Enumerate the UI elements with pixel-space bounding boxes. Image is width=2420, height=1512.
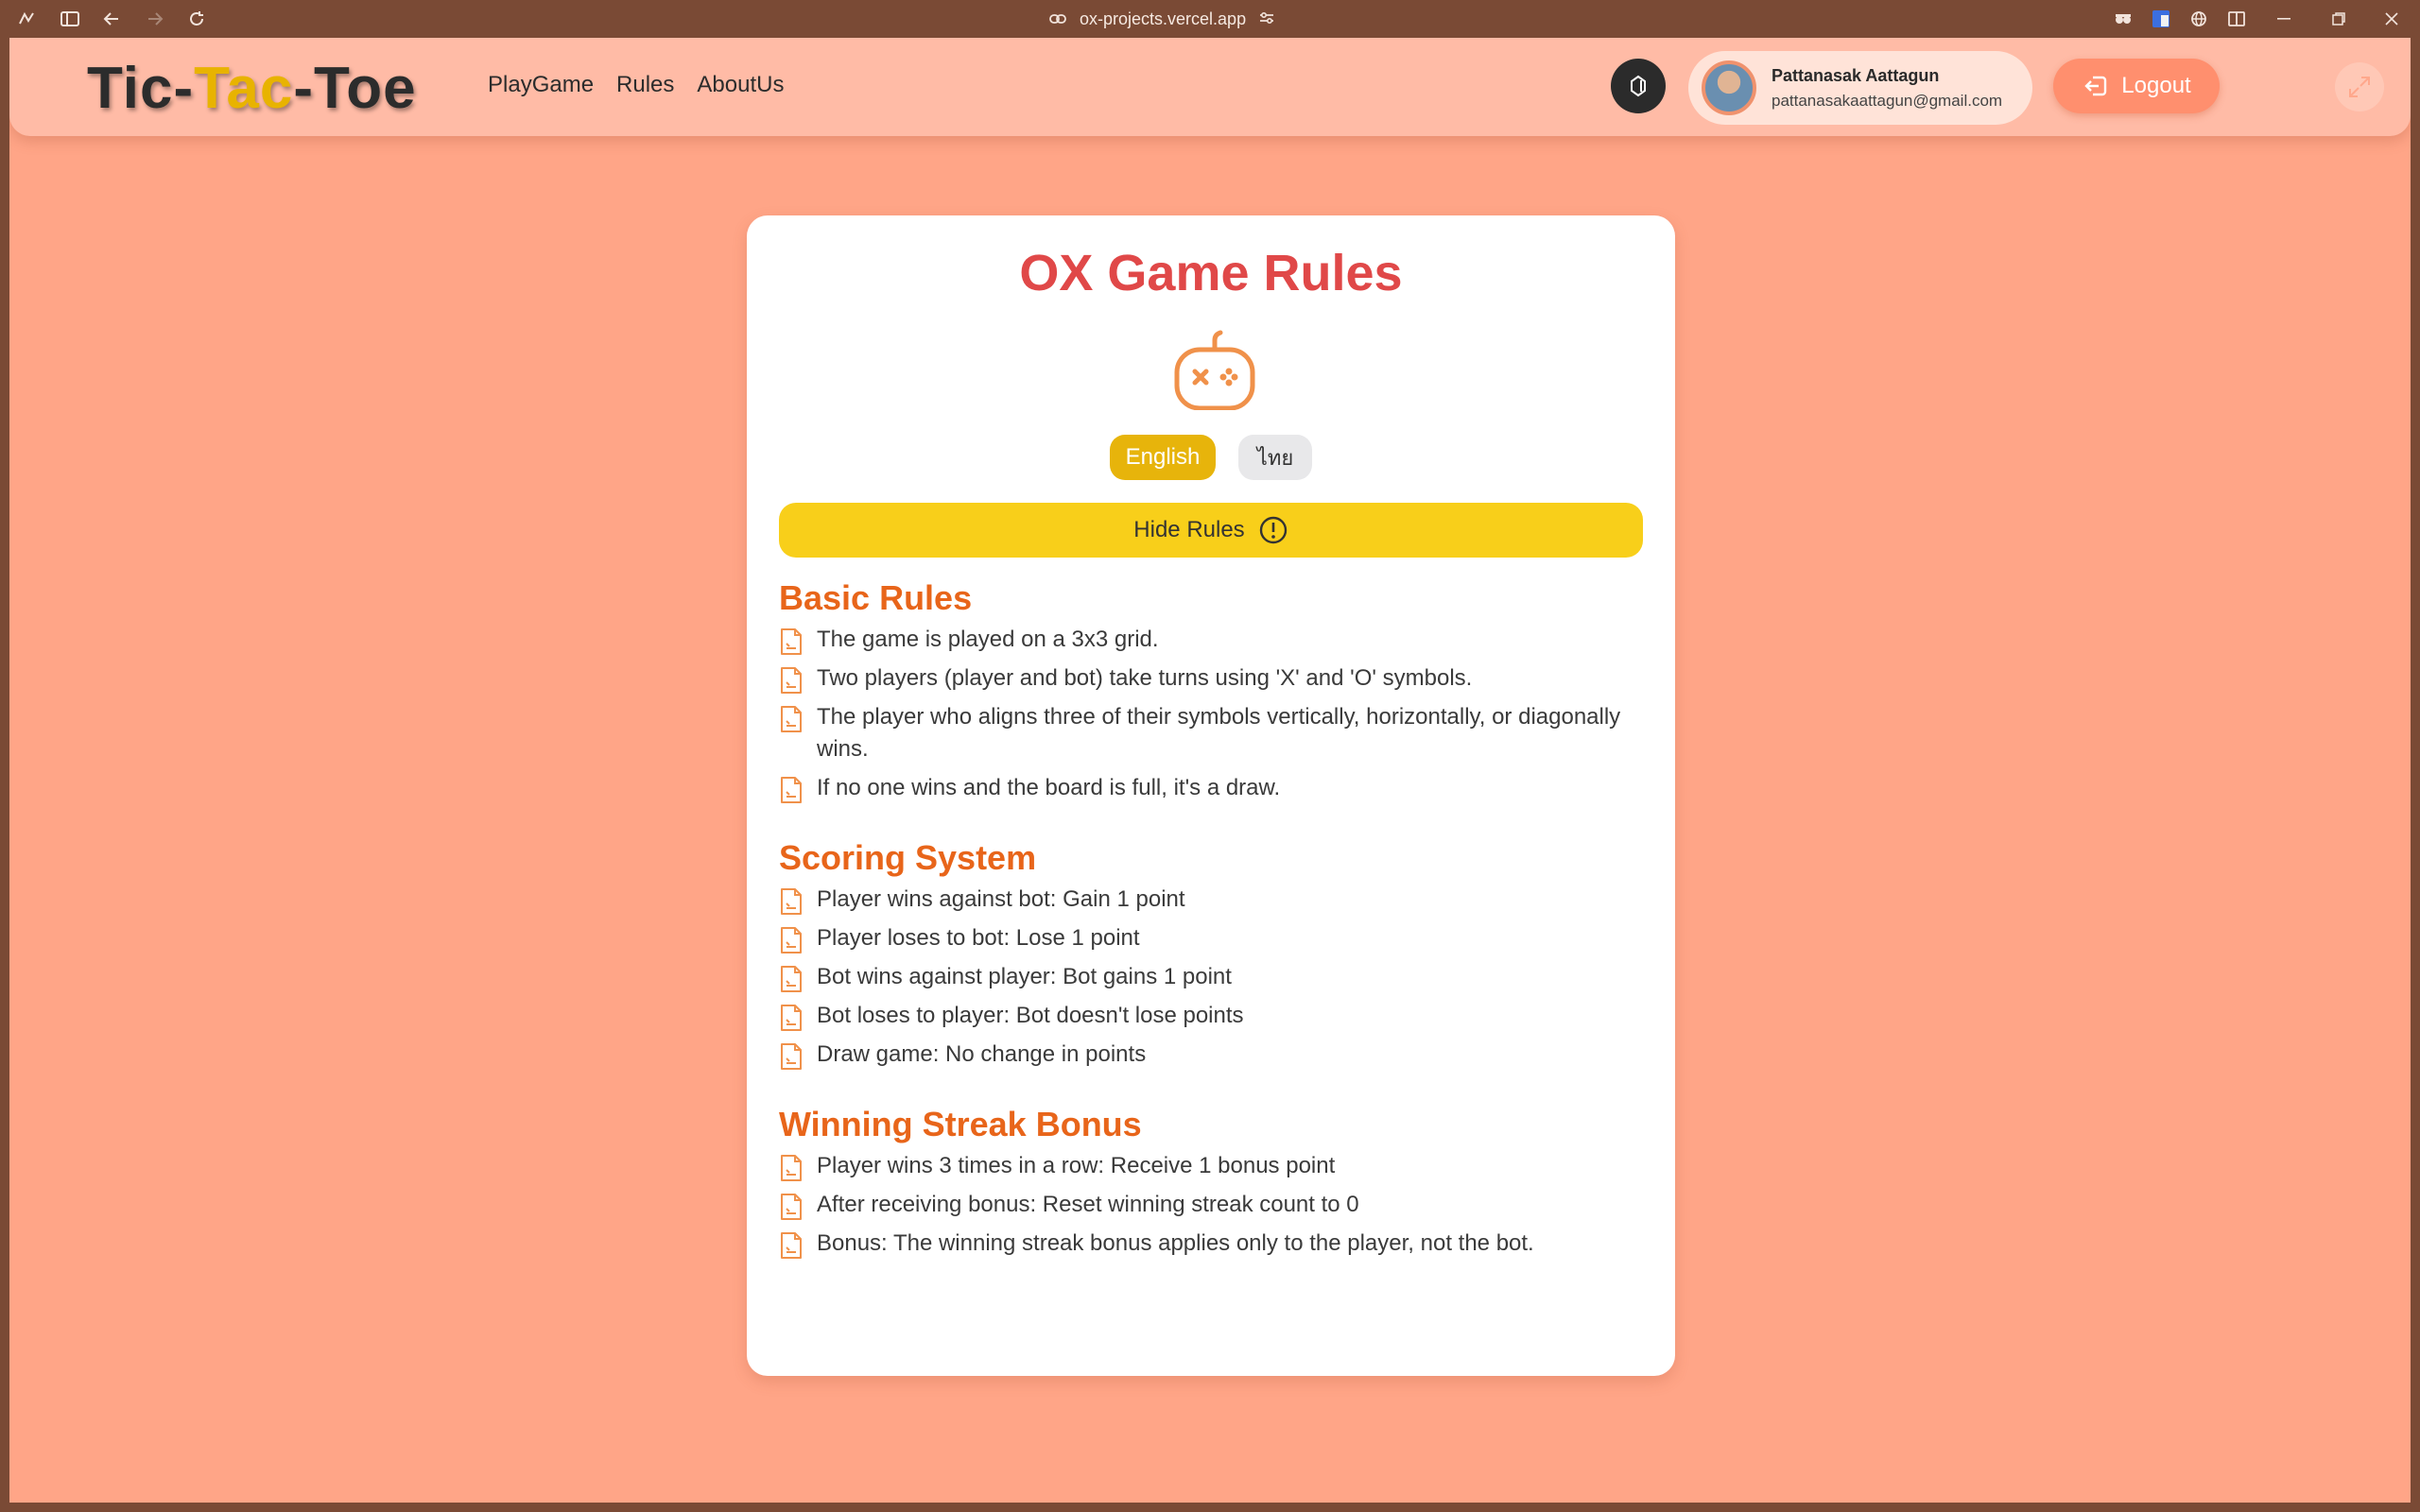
logout-button[interactable]: Logout	[2053, 59, 2220, 113]
rules-sections: Basic Rules The game is played on a 3x3 …	[779, 578, 1643, 1294]
rule-text: Bot wins against player: Bot gains 1 poi…	[817, 964, 1232, 989]
rule-text: After receiving bonus: Reset winning str…	[817, 1192, 1359, 1217]
document-icon	[781, 888, 802, 915]
user-email: pattanasakaattagun@gmail.com	[1772, 91, 2003, 110]
section-basic-rules: Basic Rules The game is played on a 3x3 …	[779, 578, 1643, 804]
game-controller-icon	[1174, 330, 1255, 410]
document-icon	[781, 966, 802, 992]
list-item: Player loses to bot: Lose 1 point	[779, 925, 1643, 954]
rule-text: Two players (player and bot) take turns …	[817, 665, 1473, 691]
section-scoring-system: Scoring System Player wins against bot: …	[779, 838, 1643, 1071]
document-icon	[781, 927, 802, 954]
info-icon	[1259, 516, 1287, 544]
language-english-button[interactable]: English	[1110, 435, 1216, 480]
nav-rules[interactable]: Rules	[616, 72, 674, 98]
logo-part-toe: -Toe	[293, 56, 417, 121]
theme-toggle-icon	[1631, 75, 1646, 97]
rule-text: The game is played on a 3x3 grid.	[817, 627, 1159, 652]
extension-icon[interactable]	[2112, 8, 2135, 30]
list-item: Player wins 3 times in a row: Receive 1 …	[779, 1153, 1643, 1182]
reload-icon[interactable]	[185, 8, 208, 30]
hide-rules-button[interactable]: Hide Rules	[779, 503, 1643, 558]
list-item: The game is played on a 3x3 grid.	[779, 627, 1643, 656]
list-item: The player who aligns three of their sym…	[779, 704, 1643, 765]
nav-aboutus[interactable]: AboutUs	[697, 72, 784, 98]
logout-icon	[2084, 76, 2107, 96]
logo-part-tac: Tac	[194, 56, 294, 121]
rule-text: Player wins 3 times in a row: Receive 1 …	[817, 1153, 1336, 1178]
globe-icon[interactable]	[2187, 8, 2210, 30]
document-icon	[781, 667, 802, 694]
list-item: Player wins against bot: Gain 1 point	[779, 886, 1643, 916]
document-icon	[781, 777, 802, 803]
document-icon	[781, 1232, 802, 1259]
rules-card: OX Game Rules English ไทย Hide Rules Bas…	[747, 215, 1675, 1376]
document-icon	[781, 1155, 802, 1181]
rule-text: Bot loses to player: Bot doesn't lose po…	[817, 1003, 1244, 1028]
rule-text: If no one wins and the board is full, it…	[817, 775, 1281, 800]
site-header: Tic-Tac-Toe PlayGame Rules AboutUs Patta…	[9, 38, 2411, 136]
rule-text: Player wins against bot: Gain 1 point	[817, 886, 1185, 912]
url-text: ox-projects.vercel.app	[1080, 9, 1247, 28]
document-icon	[781, 628, 802, 655]
translate-icon[interactable]	[2150, 8, 2172, 30]
section-title: Winning Streak Bonus	[779, 1105, 1142, 1143]
section-title: Scoring System	[779, 838, 1037, 877]
rule-text: The player who aligns three of their sym…	[817, 704, 1621, 762]
site-settings-icon[interactable]	[1259, 9, 1274, 29]
address-bar[interactable]: ox-projects.vercel.app	[1049, 8, 1274, 30]
forward-icon[interactable]	[144, 8, 166, 30]
main-nav: PlayGame Rules AboutUs	[488, 72, 784, 98]
expand-icon	[2349, 77, 2370, 97]
browser-menu-icon[interactable]	[15, 8, 38, 30]
rule-text: Player loses to bot: Lose 1 point	[817, 925, 1140, 951]
document-icon	[781, 1194, 802, 1220]
rule-text: Bonus: The winning streak bonus applies …	[817, 1230, 1534, 1256]
link-icon	[1049, 9, 1066, 29]
site-logo[interactable]: Tic-Tac-Toe	[87, 55, 417, 122]
nav-playgame[interactable]: PlayGame	[488, 72, 594, 98]
user-profile-card[interactable]: Pattanasak Aattagun pattanasakaattagun@g…	[1688, 51, 2032, 125]
list-item: If no one wins and the board is full, it…	[779, 775, 1643, 804]
browser-chrome: ox-projects.vercel.app	[0, 0, 2420, 38]
back-icon[interactable]	[100, 8, 123, 30]
logo-part-tic: Tic-	[87, 56, 195, 121]
list-item: Bonus: The winning streak bonus applies …	[779, 1230, 1643, 1260]
section-winning-streak-bonus: Winning Streak Bonus Player wins 3 times…	[779, 1105, 1643, 1260]
theme-toggle-button[interactable]	[1611, 59, 1666, 113]
list-item: Bot wins against player: Bot gains 1 poi…	[779, 964, 1643, 993]
avatar	[1702, 60, 1756, 115]
document-icon	[781, 1043, 802, 1070]
logout-label: Logout	[2121, 73, 2191, 98]
document-icon	[781, 1005, 802, 1031]
sidebar-toggle-icon[interactable]	[59, 8, 81, 30]
minimize-icon[interactable]	[2273, 8, 2295, 30]
user-name: Pattanasak Aattagun	[1772, 65, 1940, 85]
restore-icon[interactable]	[2327, 8, 2350, 30]
fullscreen-button[interactable]	[2335, 62, 2384, 112]
language-thai-button[interactable]: ไทย	[1238, 435, 1312, 480]
rule-text: Draw game: No change in points	[817, 1041, 1147, 1067]
list-item: Bot loses to player: Bot doesn't lose po…	[779, 1003, 1643, 1032]
language-selector: English ไทย	[747, 435, 1675, 480]
section-title: Basic Rules	[779, 578, 973, 617]
split-view-icon[interactable]	[2225, 8, 2248, 30]
list-item: Draw game: No change in points	[779, 1041, 1643, 1071]
list-item: Two players (player and bot) take turns …	[779, 665, 1643, 695]
document-icon	[781, 706, 802, 732]
page-viewport: Tic-Tac-Toe PlayGame Rules AboutUs Patta…	[9, 38, 2411, 1503]
list-item: After receiving bonus: Reset winning str…	[779, 1192, 1643, 1221]
hide-rules-label: Hide Rules	[1133, 517, 1245, 542]
close-icon[interactable]	[2380, 8, 2403, 30]
page-title: OX Game Rules	[1019, 245, 1403, 301]
